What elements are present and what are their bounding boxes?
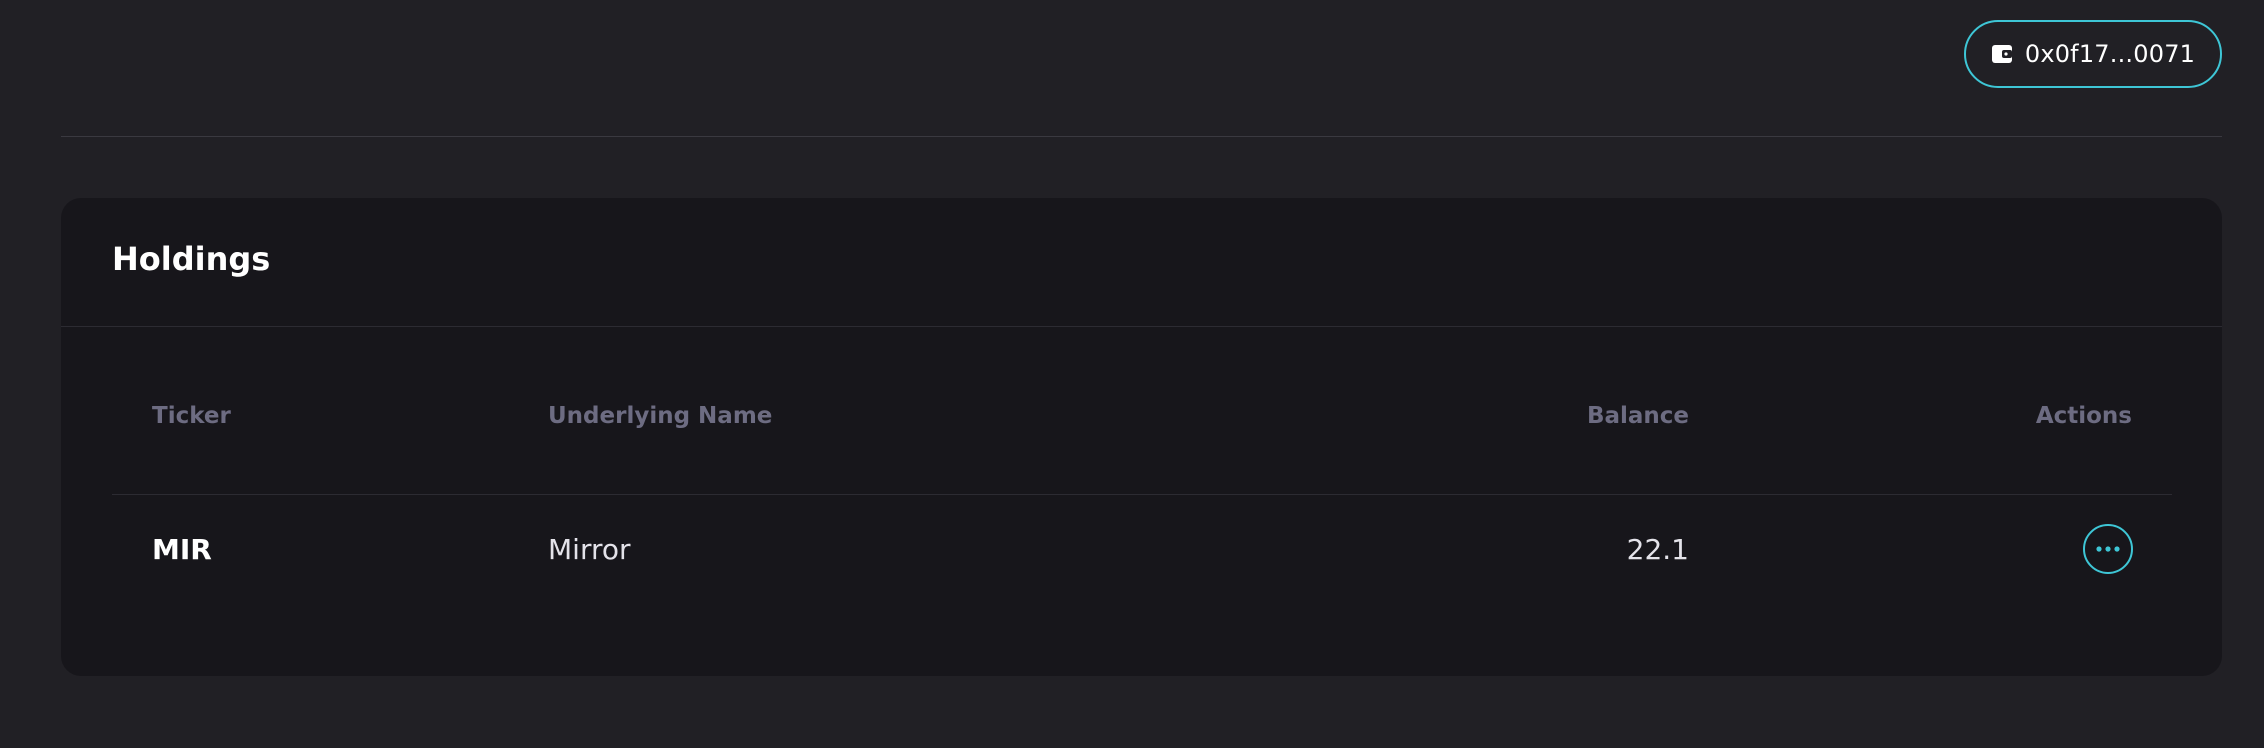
- holdings-card: Holdings Ticker Underlying Name Balance …: [61, 198, 2222, 676]
- header-divider: [61, 136, 2222, 137]
- holdings-title: Holdings: [112, 240, 271, 278]
- column-header-ticker: Ticker: [152, 403, 231, 429]
- balance-cell: 22.1: [1626, 533, 1689, 566]
- more-horizontal-icon: [2096, 546, 2120, 552]
- table-header-divider: [112, 494, 2172, 495]
- row-actions-button[interactable]: [2083, 524, 2133, 574]
- wallet-address-label: 0x0f17...0071: [2024, 40, 2196, 68]
- underlying-name-cell: Mirror: [548, 533, 631, 566]
- wallet-icon: [1991, 45, 2012, 63]
- wallet-address-button[interactable]: 0x0f17...0071: [1964, 20, 2222, 88]
- card-header-divider: [61, 326, 2222, 327]
- column-header-underlying-name: Underlying Name: [548, 403, 773, 429]
- column-header-actions: Actions: [2035, 403, 2132, 429]
- column-header-balance: Balance: [1586, 403, 1689, 429]
- ticker-cell: MIR: [152, 533, 212, 566]
